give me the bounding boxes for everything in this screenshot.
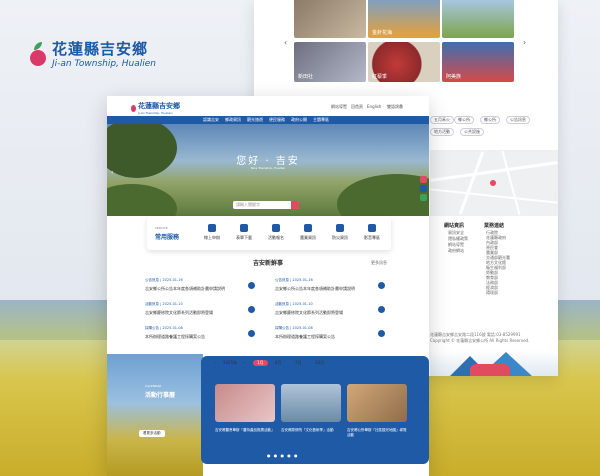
activity-card-image[interactable] (215, 384, 275, 422)
activity-card-image[interactable] (347, 384, 407, 422)
service-item[interactable]: 活動報名 (261, 224, 291, 241)
activity-card-caption[interactable]: 吉安鄉農會舉辦「農特產品推廣活動」 (215, 428, 277, 433)
service-item[interactable]: 防災資訊 (325, 224, 355, 241)
nav-item[interactable]: 鄉政資訊 (225, 117, 241, 123)
alert-icon (336, 224, 344, 232)
site-logo[interactable]: 花蓮縣吉安鄉 Ji-an Township, Hualien (131, 101, 180, 115)
news-item[interactable]: 採購公告 | 2025-01-08 本所辦理道路養護工程採購案公告 (275, 326, 385, 348)
location-map[interactable] (430, 150, 558, 216)
line-icon[interactable] (420, 194, 427, 201)
site-header: 花蓮縣吉安鄉 Ji-an Township, Hualien 網站導覽 回首頁 … (107, 96, 429, 116)
nav-item[interactable]: 認識吉安 (203, 117, 219, 123)
nav-item[interactable]: 主題專區 (313, 117, 329, 123)
hero-prev-icon[interactable]: ‹ (111, 169, 113, 176)
nav-item[interactable]: 政府公開 (291, 117, 307, 123)
month-tab[interactable]: 10月 (315, 360, 324, 366)
service-item[interactable]: 表單下載 (229, 224, 259, 241)
util-link[interactable]: English (367, 104, 381, 109)
back-footer-links: 網站資訊 資訊安全 隱私權政策 網站導覽 政府網站 業務連結 行政院 花蓮縣政府… (430, 218, 558, 318)
activity-card-image[interactable] (281, 384, 341, 422)
month-tab[interactable]: 4月 (275, 360, 282, 366)
brand-name-en: Ji-an Township, Hualien (52, 59, 156, 69)
activity-card-caption[interactable]: 吉安鄉慶修院「文化藝術季」活動 (281, 428, 343, 433)
arrow-right-icon (248, 330, 255, 337)
gallery-tile[interactable] (442, 0, 514, 38)
carousel-dots[interactable]: ● ● ● ● ● (267, 453, 299, 458)
activity-title: 活動行事曆 (145, 392, 176, 399)
news-item[interactable]: 採購公告 | 2025-01-08 本所辦理道路養護工程採購案公告 (145, 326, 255, 348)
services-title: 常用服務 (155, 234, 180, 241)
arrow-right-icon (378, 330, 385, 337)
map-pin-icon (490, 180, 496, 186)
nav-item[interactable]: 便民服務 (269, 117, 285, 123)
gallery-grid: 金針花海 新田社 紅藜季 阿美族 (294, 0, 520, 88)
news-item[interactable]: 活動訊息 | 2025-01-10 吉安鄉慶修院文化節系列活動即將登場 (145, 302, 255, 324)
news-item[interactable]: 公告訊息 | 2025-01-16 吉安鄉公所公告本年度各項補助計畫申請說明 (145, 278, 255, 300)
chip[interactable]: 公告訊息 (506, 116, 530, 124)
service-item[interactable]: 農業資訊 (293, 224, 323, 241)
arrow-right-icon (378, 282, 385, 289)
search-input[interactable]: 請輸入關鍵字 (233, 201, 299, 209)
footer-illustration (430, 350, 558, 376)
chip[interactable]: 鄉公所 (454, 116, 474, 124)
month-tab[interactable]: 7月 (295, 360, 302, 366)
news-item[interactable]: 公告訊息 | 2025-01-16 吉安鄉公所公告本年度各項補助計畫申請說明 (275, 278, 385, 300)
news-item[interactable]: 活動訊息 | 2025-01-10 吉安鄉慶修院文化節系列活動即將登場 (275, 302, 385, 324)
gallery-tile[interactable]: 金針花海 (368, 0, 440, 38)
gallery-tile[interactable]: 新田社 (294, 42, 366, 82)
activity-promo: CALENDAR 活動行事曆 看更多活動 (107, 354, 203, 476)
gallery-tile[interactable]: 阿美族 (442, 42, 514, 82)
arrow-right-icon (378, 306, 385, 313)
brand-name-zh: 花蓮縣吉安鄉 (52, 40, 149, 58)
year-next-icon[interactable]: › (243, 360, 245, 365)
arrow-right-icon (248, 306, 255, 313)
activity-card-caption[interactable]: 吉安鄉公所舉辦「社區觀光地圖」導覽活動 (347, 428, 409, 438)
month-tab[interactable]: 1月 (253, 360, 268, 366)
news-more-link[interactable]: 更多訊息 (371, 260, 387, 266)
activity-more-button[interactable]: 看更多活動 (139, 430, 165, 437)
year-prev-icon[interactable]: ‹ (215, 360, 217, 365)
hero-subtitle: Nice Township, Hualien (250, 166, 286, 170)
services-card: SERVICE 常用服務 線上申辦 表單下載 活動報名 農業資訊 防災資訊 影音… (147, 216, 391, 250)
logo-mark-icon (30, 41, 46, 66)
footer-link[interactable]: 政府網站 (448, 248, 464, 254)
footer-left-heading: 網站資訊 (444, 223, 465, 229)
gallery-prev-icon[interactable]: ‹ (284, 38, 287, 47)
search-button[interactable] (291, 201, 299, 209)
chip[interactable]: 五月禾火 (430, 116, 454, 124)
leaf-icon (304, 224, 312, 232)
arrow-right-icon (248, 282, 255, 289)
chip[interactable]: 鄉公所 (480, 116, 500, 124)
brand-logo: 花蓮縣吉安鄉 Ji-an Township, Hualien (30, 38, 156, 69)
hero-banner: 您好 · 吉安 Nice Township, Hualien 請輸入關鍵字 ‹ (107, 124, 429, 216)
calendar-icon (272, 224, 280, 232)
side-toolbar (420, 176, 427, 203)
util-link[interactable]: 網站導覽 (331, 104, 347, 110)
share-icon[interactable] (420, 176, 427, 183)
footer-right-heading: 業務連結 (484, 223, 505, 229)
hero-title: 您好 · 吉安 (236, 156, 300, 167)
footer-link[interactable]: 環境部 (486, 290, 498, 296)
footer-address: 花蓮縣吉安鄉吉安路二段116號 電話:03-8529991 Copyright … (430, 332, 530, 343)
service-item[interactable]: 線上申辦 (197, 224, 227, 241)
form-icon (208, 224, 216, 232)
chip[interactable]: 公共設施 (460, 128, 484, 136)
nav-item[interactable]: 觀光旅遊 (247, 117, 263, 123)
gallery-tile[interactable]: 紅藜季 (368, 42, 440, 82)
main-nav: 認識吉安 鄉政資訊 觀光旅遊 便民服務 政府公開 主題專區 (107, 116, 429, 124)
chip[interactable]: 地方活動 (430, 128, 454, 136)
video-icon (368, 224, 376, 232)
gallery-tile[interactable] (294, 0, 366, 38)
download-icon (240, 224, 248, 232)
util-link[interactable]: 雙語詞彙 (387, 104, 403, 110)
gallery-next-icon[interactable]: › (523, 38, 526, 47)
year-label: 2025年 (223, 360, 238, 365)
home-page-preview: 花蓮縣吉安鄉 Ji-an Township, Hualien 網站導覽 回首頁 … (107, 96, 429, 476)
facebook-icon[interactable] (420, 185, 427, 192)
util-link[interactable]: 回首頁 (351, 104, 363, 110)
service-item[interactable]: 影音專區 (357, 224, 387, 241)
